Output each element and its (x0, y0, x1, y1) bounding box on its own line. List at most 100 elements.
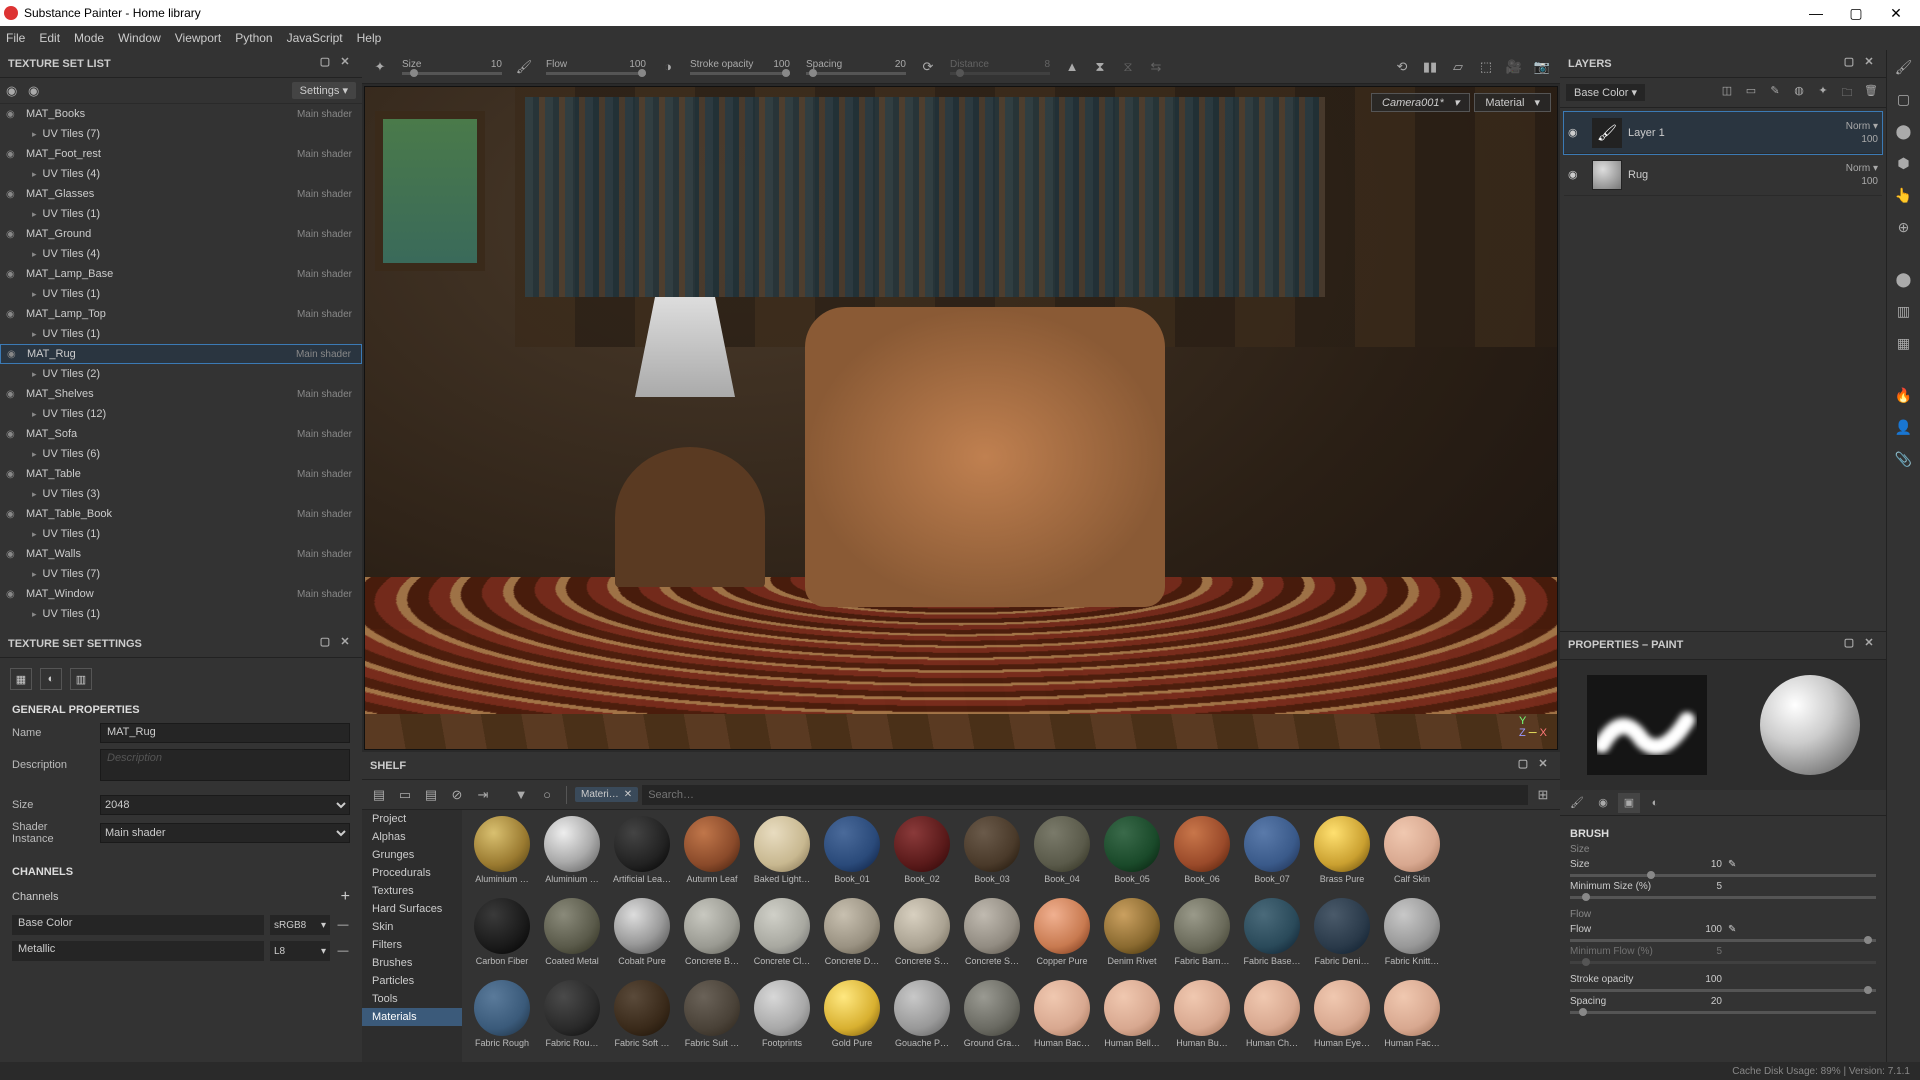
undock-layers-icon[interactable]: ▢ (1840, 55, 1858, 73)
channel-name[interactable]: Base Color (12, 915, 264, 935)
visibility-icon[interactable]: ◉ (6, 389, 22, 400)
uv-tiles-row[interactable]: UV Tiles (1) (0, 604, 362, 624)
brush-tool-icon[interactable]: ✦ (368, 55, 392, 79)
resource-icon[interactable]: ▦ (1893, 332, 1915, 354)
layer-visibility-icon[interactable]: ◉ (1568, 168, 1586, 181)
texture-set-row[interactable]: ◉ MAT_Books Main shader (0, 104, 362, 124)
material-item[interactable]: Human Eye… (1308, 980, 1376, 1060)
close-props-icon[interactable]: ✕ (1860, 636, 1878, 654)
texture-set-row[interactable]: ◉ MAT_Walls Main shader (0, 544, 362, 564)
undock-shelf-icon[interactable]: ▢ (1514, 757, 1532, 775)
layer-visibility-icon[interactable]: ◉ (1568, 126, 1586, 139)
material-item[interactable]: Concrete S… (888, 898, 956, 978)
channel-dropdown[interactable]: Base Color ▾ (1566, 84, 1645, 101)
mesh-icon[interactable]: ▥ (70, 668, 92, 690)
menu-javascript[interactable]: JavaScript (287, 31, 343, 45)
shelf-category[interactable]: Skin (362, 918, 462, 936)
display-mode-dropdown[interactable]: Material▾ (1474, 93, 1551, 112)
add-folder-icon[interactable]: 🗀 (1838, 84, 1856, 102)
perspective-icon[interactable]: ▱ (1446, 55, 1470, 79)
material-item[interactable]: Human Bu… (1168, 980, 1236, 1060)
close-layers-icon[interactable]: ✕ (1860, 55, 1878, 73)
spacing-slider-prop[interactable] (1570, 1011, 1876, 1014)
stroke-opacity-slider[interactable]: Stroke opacity100 (690, 59, 790, 75)
material-item[interactable]: Cobalt Pure (608, 898, 676, 978)
shelf-category[interactable]: Textures (362, 882, 462, 900)
cube-icon[interactable]: ⬚ (1474, 55, 1498, 79)
uv-tile-icon[interactable]: ▦ (10, 668, 32, 690)
visibility-icon[interactable]: ◉ (6, 589, 22, 600)
clone-tool-icon[interactable]: ⊕ (1893, 216, 1915, 238)
material-item[interactable]: Human Ch… (1238, 980, 1306, 1060)
material-item[interactable]: Concrete Cl… (748, 898, 816, 978)
material-item[interactable]: Fabric Bam… (1168, 898, 1236, 978)
menu-viewport[interactable]: Viewport (175, 31, 221, 45)
size-slider-prop[interactable] (1570, 874, 1876, 877)
texture-set-row[interactable]: ◉ MAT_Window Main shader (0, 584, 362, 604)
shelf-category[interactable]: Filters (362, 936, 462, 954)
stencil-tab[interactable]: ▣ (1618, 793, 1640, 813)
material-item[interactable]: Book_02 (888, 816, 956, 896)
uv-tiles-row[interactable]: UV Tiles (4) (0, 244, 362, 264)
texture-set-row[interactable]: ◉ MAT_Foot_rest Main shader (0, 144, 362, 164)
layer-thumbnail[interactable] (1592, 160, 1622, 190)
material-item[interactable]: Human Bell… (1098, 980, 1166, 1060)
material-item[interactable]: Copper Pure (1028, 898, 1096, 978)
visibility-all-icon[interactable]: ◉ (6, 83, 28, 99)
visibility-icon[interactable]: ◉ (6, 469, 22, 480)
shelf-category[interactable]: Brushes (362, 954, 462, 972)
stroke-slider[interactable] (1570, 989, 1876, 992)
shader-select[interactable]: Main shader (100, 823, 350, 843)
filter-icon[interactable]: ▼ (510, 784, 532, 806)
shelf-category[interactable]: Procedurals (362, 864, 462, 882)
material-item[interactable]: Book_06 (1168, 816, 1236, 896)
channel-name[interactable]: Metallic (12, 941, 264, 961)
mirror-y-icon[interactable]: ⧖ (1116, 55, 1140, 79)
texture-set-row[interactable]: ◉ MAT_Shelves Main shader (0, 384, 362, 404)
polyfill-tool-icon[interactable]: ⬢ (1893, 152, 1915, 174)
brush-preview-icon[interactable]: 🖌 (512, 55, 536, 79)
uv-tiles-row[interactable]: UV Tiles (7) (0, 564, 362, 584)
material-item[interactable]: Concrete B… (678, 898, 746, 978)
refresh-icon[interactable]: ⟲ (1390, 55, 1414, 79)
viewport-3d[interactable]: Camera001*▾ Material▾ Y Z ─ X (364, 86, 1558, 750)
close-button[interactable]: ✕ (1876, 5, 1916, 22)
visibility-icon[interactable]: ◉ (6, 429, 22, 440)
menu-edit[interactable]: Edit (39, 31, 60, 45)
material-item[interactable]: Book_05 (1098, 816, 1166, 896)
layer-thumbnail[interactable]: 🖌 (1592, 118, 1622, 148)
material-item[interactable]: Fabric Suit … (678, 980, 746, 1060)
undock-props-icon[interactable]: ▢ (1840, 636, 1858, 654)
menu-mode[interactable]: Mode (74, 31, 104, 45)
add-smart-icon[interactable]: ✦ (1814, 84, 1832, 102)
texture-set-row[interactable]: ◉ MAT_Lamp_Base Main shader (0, 264, 362, 284)
size-slider[interactable]: Size10 (402, 59, 502, 75)
uv-tiles-row[interactable]: UV Tiles (7) (0, 124, 362, 144)
fire-icon[interactable]: 🔥 (1893, 384, 1915, 406)
channel-format[interactable]: sRGB8 ▾ (270, 915, 330, 935)
smudge-tool-icon[interactable]: 👆 (1893, 184, 1915, 206)
blend-mode[interactable]: Norm ▾ (1846, 163, 1878, 174)
shelf-search-input[interactable] (642, 785, 1528, 805)
lazy-mouse-icon[interactable]: ⟳ (916, 55, 940, 79)
shelf-category[interactable]: Project (362, 810, 462, 828)
view-tile-icon[interactable]: ▤ (420, 784, 442, 806)
name-field[interactable]: MAT_Rug (100, 723, 350, 743)
add-mask-icon[interactable]: ▭ (1742, 84, 1760, 102)
flow-value[interactable]: 100 (1686, 924, 1722, 935)
settings-dropdown[interactable]: Settings ▾ (292, 82, 356, 99)
projection-tool-icon[interactable]: ⬤ (1893, 120, 1915, 142)
close-settings-icon[interactable]: ✕ (336, 635, 354, 653)
layer-row[interactable]: ◉ 🖌 Layer 1 Norm ▾100 (1564, 112, 1882, 154)
bake-icon[interactable]: ◐ (40, 668, 62, 690)
material-item[interactable]: Ground Gra… (958, 980, 1026, 1060)
material-item[interactable]: Book_01 (818, 816, 886, 896)
visibility-icon[interactable]: ◉ (6, 109, 22, 120)
material-item[interactable]: Baked Light… (748, 816, 816, 896)
texture-set-row[interactable]: ◉ MAT_Rug Main shader (0, 344, 362, 364)
filter-chip[interactable]: Materi…✕ (575, 787, 638, 802)
visibility-icon[interactable]: ◉ (7, 349, 23, 360)
visibility-icon[interactable]: ◉ (6, 229, 22, 240)
spacing-value[interactable]: 20 (1686, 996, 1722, 1007)
paint-tool-icon[interactable]: 🖌 (1893, 56, 1915, 78)
